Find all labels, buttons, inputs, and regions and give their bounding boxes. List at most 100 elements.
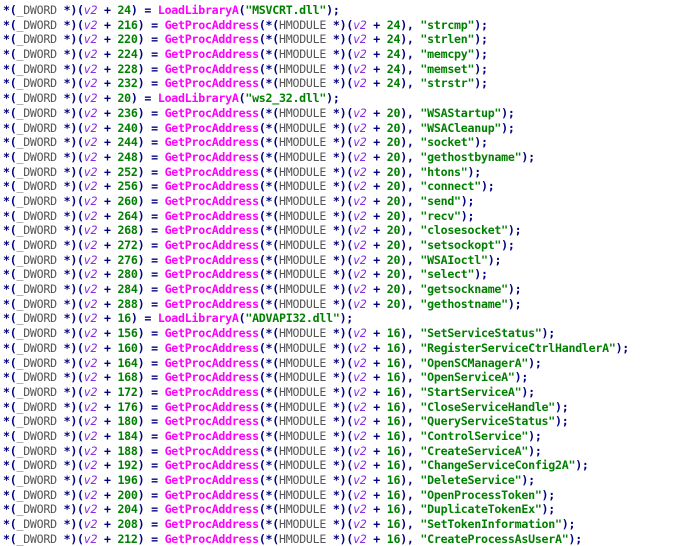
token-punct: (*(: [258, 223, 280, 238]
token-punct: );: [487, 252, 502, 267]
token-punct: ),: [400, 517, 421, 532]
token-punct: *)(: [326, 32, 354, 47]
token-string: "OpenProcessToken": [420, 487, 542, 502]
token-punct: );: [460, 208, 475, 223]
token-type: HMODULE: [279, 223, 327, 238]
token-punct: *)(: [326, 428, 354, 443]
code-line-getprocaddress: *(_DWORD *)(v2 + 164) = GetProcAddress(*…: [3, 356, 690, 371]
token-variable: v2: [83, 296, 98, 311]
token-variable: v2: [83, 384, 98, 399]
token-function: GetProcAddress: [164, 32, 259, 47]
token-assign: ) =: [137, 135, 165, 150]
token-offset: 192: [117, 458, 138, 473]
token-variable: v2: [353, 502, 367, 517]
token-punct: ),: [400, 252, 421, 267]
code-line-getprocaddress: *(_DWORD *)(v2 + 272) = GetProcAddress(*…: [3, 238, 690, 253]
token-assign: ) =: [137, 458, 165, 473]
token-punct: *)(: [56, 473, 84, 487]
token-string: "strcmp": [420, 17, 475, 32]
token-deref: *(: [3, 76, 17, 91]
token-type: _DWORD: [16, 296, 57, 311]
token-string: "select": [420, 267, 475, 282]
token-operator: +: [97, 384, 118, 399]
token-punct: *)(: [56, 105, 84, 120]
token-variable: v2: [83, 32, 98, 47]
token-punct: *)(: [56, 487, 84, 502]
token-handle-offset: 24: [386, 61, 401, 76]
token-offset: 272: [117, 238, 138, 252]
token-punct: (*(: [258, 61, 280, 76]
token-string: "DeleteService": [420, 473, 522, 487]
token-deref: *(: [3, 355, 17, 370]
token-operator: +: [97, 399, 118, 414]
token-punct: *)(: [56, 120, 84, 135]
token-type: _DWORD: [16, 61, 57, 76]
token-punct: (*(: [258, 502, 280, 517]
token-punct: *)(: [56, 428, 84, 443]
token-offset: 232: [117, 76, 138, 91]
token-assign: ) =: [137, 502, 165, 517]
token-string: "memset": [420, 61, 475, 76]
token-punct: (*(: [258, 135, 280, 150]
token-punct: );: [474, 61, 488, 76]
token-punct: *)(: [326, 208, 354, 223]
token-string: "recv": [420, 208, 461, 223]
token-punct: (*(: [258, 32, 280, 47]
token-variable: v2: [83, 120, 98, 135]
token-punct: ),: [400, 370, 421, 385]
token-punct: );: [474, 17, 488, 32]
token-deref: *(: [3, 340, 17, 355]
token-punct: ),: [400, 487, 421, 502]
token-punct: (*(: [258, 384, 280, 399]
token-function: GetProcAddress: [164, 458, 259, 473]
token-string: "ControlService": [420, 428, 529, 443]
token-type: _DWORD: [16, 428, 57, 443]
token-variable: v2: [353, 61, 367, 76]
token-assign: ) =: [137, 105, 165, 120]
code-line-getprocaddress: *(_DWORD *)(v2 + 288) = GetProcAddress(*…: [3, 297, 690, 312]
token-operator: +: [97, 252, 118, 267]
token-assign: ) =: [137, 47, 165, 62]
token-type: HMODULE: [279, 61, 327, 76]
code-line-getprocaddress: *(_DWORD *)(v2 + 236) = GetProcAddress(*…: [3, 106, 690, 121]
token-string: "OpenSCManagerA": [420, 355, 529, 370]
token-punct: *)(: [326, 223, 354, 238]
token-offset: 188: [117, 443, 138, 458]
token-punct: ),: [400, 238, 421, 252]
token-operator: +: [366, 47, 387, 62]
token-string: "SetServiceStatus": [420, 326, 542, 341]
token-offset: 276: [117, 252, 138, 267]
token-offset: 156: [117, 326, 138, 341]
token-function: GetProcAddress: [164, 17, 259, 32]
token-punct: (*(: [258, 355, 280, 370]
token-type: _DWORD: [16, 502, 57, 517]
token-punct: *)(: [56, 414, 84, 429]
token-punct: );: [528, 443, 542, 458]
token-type: _DWORD: [16, 443, 57, 458]
token-type: HMODULE: [279, 208, 327, 223]
code-line-getprocaddress: *(_DWORD *)(v2 + 168) = GetProcAddress(*…: [3, 370, 690, 385]
token-punct: (*(: [258, 428, 280, 443]
token-string: "WSAIoctl": [420, 252, 488, 267]
token-variable: v2: [83, 443, 98, 458]
token-punct: *)(: [56, 326, 84, 341]
token-variable: v2: [83, 91, 98, 106]
token-variable: v2: [353, 193, 367, 208]
token-punct: ),: [400, 32, 421, 47]
token-function: GetProcAddress: [164, 193, 259, 208]
token-handle-offset: 20: [386, 105, 401, 120]
token-assign: ) =: [137, 517, 165, 532]
token-operator: +: [97, 91, 118, 106]
token-function: GetProcAddress: [164, 135, 259, 150]
token-type: _DWORD: [16, 267, 57, 282]
token-handle-offset: 16: [386, 399, 401, 414]
token-punct: *)(: [56, 399, 84, 414]
token-operator: +: [366, 32, 387, 47]
token-punct: (*(: [258, 120, 280, 135]
token-punct: *)(: [56, 208, 84, 223]
token-string: "MSVCRT.dll": [245, 3, 327, 17]
token-punct: ),: [400, 164, 421, 179]
token-function: GetProcAddress: [164, 355, 259, 370]
token-type: _DWORD: [16, 135, 57, 150]
token-handle-offset: 24: [386, 47, 401, 62]
